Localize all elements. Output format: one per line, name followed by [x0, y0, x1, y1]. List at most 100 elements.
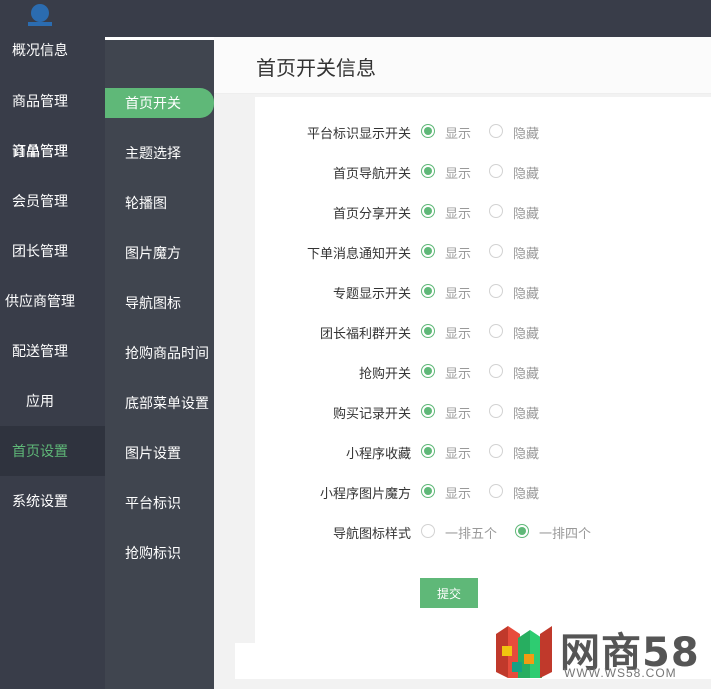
sidebar-item-home-settings[interactable]: 首页设置 — [0, 426, 105, 476]
radio-dot-icon — [421, 164, 435, 178]
sub-sidebar: 首页开关 主题选择 轮播图 图片魔方 导航图标 抢购商品时间 底部菜单设置 图片… — [105, 37, 214, 689]
radio-label: 显示 — [445, 486, 472, 501]
form-row: 小程序图片魔方 显示 隐藏 — [255, 480, 711, 504]
subnav-item-label: 底部菜单设置 — [125, 395, 209, 411]
form-row: 下单消息通知开关 显示 隐藏 — [255, 240, 711, 264]
form-row: 首页导航开关 显示 隐藏 — [255, 160, 711, 184]
sidebar-item-label: 会员管理 — [12, 193, 68, 209]
radio-label: 显示 — [445, 246, 472, 261]
subnav-item-theme[interactable]: 主题选择 — [105, 138, 214, 168]
radio-dot-icon — [489, 284, 503, 298]
sidebar-item-label: 供应商管理 — [5, 293, 75, 309]
sidebar-item-delivery[interactable]: 配送管理 — [0, 337, 105, 387]
subnav-item-platform-badge[interactable]: 平台标识 — [105, 488, 214, 518]
form-row: 首页分享开关 显示 隐藏 — [255, 200, 711, 224]
sidebar-item-members[interactable]: 会员管理 — [0, 187, 105, 237]
form-row: 专题显示开关 显示 隐藏 — [255, 280, 711, 304]
radio-label: 隐藏 — [513, 406, 540, 421]
sidebar-item-label: 订单管理 — [12, 143, 68, 159]
radio-label: 隐藏 — [513, 126, 540, 141]
main-content: 首页开关信息 平台标识显示开关 显示 隐藏 首页导航开关 显示 隐藏 首页分享开… — [214, 37, 711, 689]
watermark-url: WWW.WS58.COM — [564, 666, 677, 680]
radio-dot-icon — [489, 244, 503, 258]
settings-form: 平台标识显示开关 显示 隐藏 首页导航开关 显示 隐藏 首页分享开关 显示 隐藏… — [255, 97, 711, 643]
subnav-item-label: 主题选择 — [125, 145, 181, 161]
radio-dot-icon — [421, 524, 435, 538]
radio-dot-icon — [489, 404, 503, 418]
radio-label: 隐藏 — [513, 326, 540, 341]
form-label: 首页导航开关 — [332, 166, 411, 181]
sidebar-item-label: 系统设置 — [12, 493, 68, 509]
sidebar-item-system-settings[interactable]: 系统设置 — [0, 487, 105, 537]
form-row: 抢购开关 显示 隐藏 — [255, 360, 711, 384]
form-label: 小程序图片魔方 — [319, 486, 411, 501]
subnav-item-bottom-menu[interactable]: 底部菜单设置 — [105, 388, 214, 418]
radio-dot-icon — [489, 324, 503, 338]
radio-dot-icon — [489, 444, 503, 458]
subnav-item-carousel[interactable]: 轮播图 — [105, 188, 214, 218]
radio-label: 隐藏 — [513, 206, 540, 221]
radio-label: 一排五个 — [445, 526, 498, 541]
radio-dot-icon — [421, 204, 435, 218]
main-sidebar-items: 商品管理 订单管理 会员管理 团长管理 供应商管理 配送管理 应用 首页设置 系… — [0, 37, 105, 689]
sidebar-item-label: 商品管理 — [12, 93, 68, 109]
radio-dot-icon — [515, 524, 529, 538]
form-row: 小程序收藏 显示 隐藏 — [255, 440, 711, 464]
form-label: 首页分享开关 — [332, 206, 411, 221]
subnav-item-label: 平台标识 — [125, 495, 181, 511]
logo-icon — [28, 4, 52, 26]
subnav-item-label: 轮播图 — [125, 195, 167, 211]
subnav-item-flash-sale-badge[interactable]: 抢购标识 — [105, 538, 214, 568]
subnav-item-home-switch[interactable]: 首页开关 — [105, 88, 214, 118]
form-label: 平台标识显示开关 — [306, 126, 411, 141]
subnav-item-image-settings[interactable]: 图片设置 — [105, 438, 214, 468]
form-label: 团长福利群开关 — [319, 326, 411, 341]
top-bar — [0, 0, 711, 37]
sidebar-item-leaders[interactable]: 团长管理 — [0, 237, 105, 287]
radio-label: 显示 — [445, 446, 472, 461]
radio-label: 隐藏 — [513, 246, 540, 261]
sidebar-item-label: 团长管理 — [12, 243, 68, 259]
radio-dot-icon — [421, 484, 435, 498]
subnav-item-nav-icons[interactable]: 导航图标 — [105, 288, 214, 318]
radio-label: 隐藏 — [513, 486, 540, 501]
radio-dot-icon — [421, 244, 435, 258]
form-label: 抢购开关 — [358, 366, 411, 381]
page-header: 首页开关信息 — [214, 37, 711, 94]
radio-label: 隐藏 — [513, 366, 540, 381]
radio-dot-icon — [489, 484, 503, 498]
radio-label: 隐藏 — [513, 446, 540, 461]
subnav-item-label: 导航图标 — [125, 295, 181, 311]
radio-label: 显示 — [445, 206, 472, 221]
radio-dot-icon — [421, 444, 435, 458]
page-title: 首页开关信息 — [256, 58, 376, 80]
sidebar-item-label: 配送管理 — [12, 343, 68, 359]
radio-dot-icon — [421, 284, 435, 298]
subnav-item-flash-sale-time[interactable]: 抢购商品时间 — [105, 338, 214, 368]
sidebar-item-products[interactable]: 商品管理 — [0, 87, 105, 137]
form-row: 购买记录开关 显示 隐藏 — [255, 400, 711, 424]
submit-button[interactable]: 提交 — [420, 578, 478, 608]
subnav-item-label: 抢购商品时间 — [125, 345, 209, 361]
form-label: 专题显示开关 — [332, 286, 411, 301]
form-label: 下单消息通知开关 — [306, 246, 411, 261]
radio-label: 一排四个 — [539, 526, 592, 541]
sidebar-item-suppliers[interactable]: 供应商管理 — [0, 287, 105, 337]
radio-dot-icon — [489, 364, 503, 378]
radio-label: 隐藏 — [513, 286, 540, 301]
form-row: 平台标识显示开关 显示 隐藏 — [255, 120, 711, 144]
subnav-item-label: 首页开关 — [125, 95, 181, 111]
form-label: 导航图标样式 — [332, 526, 411, 541]
form-row: 团长福利群开关 显示 隐藏 — [255, 320, 711, 344]
radio-label: 显示 — [445, 166, 472, 181]
sidebar-item-label: 首页设置 — [12, 443, 68, 459]
subnav-item-image-cube[interactable]: 图片魔方 — [105, 238, 214, 268]
sidebar-item-orders[interactable]: 订单管理 — [0, 137, 105, 187]
radio-dot-icon — [489, 164, 503, 178]
radio-label: 显示 — [445, 326, 472, 341]
watermark: 网商58 WWW.WS58.COM — [494, 622, 704, 684]
form-label: 购买记录开关 — [332, 406, 411, 421]
radio-dot-icon — [421, 364, 435, 378]
radio-label: 显示 — [445, 366, 472, 381]
subnav-item-label: 图片设置 — [125, 445, 181, 461]
